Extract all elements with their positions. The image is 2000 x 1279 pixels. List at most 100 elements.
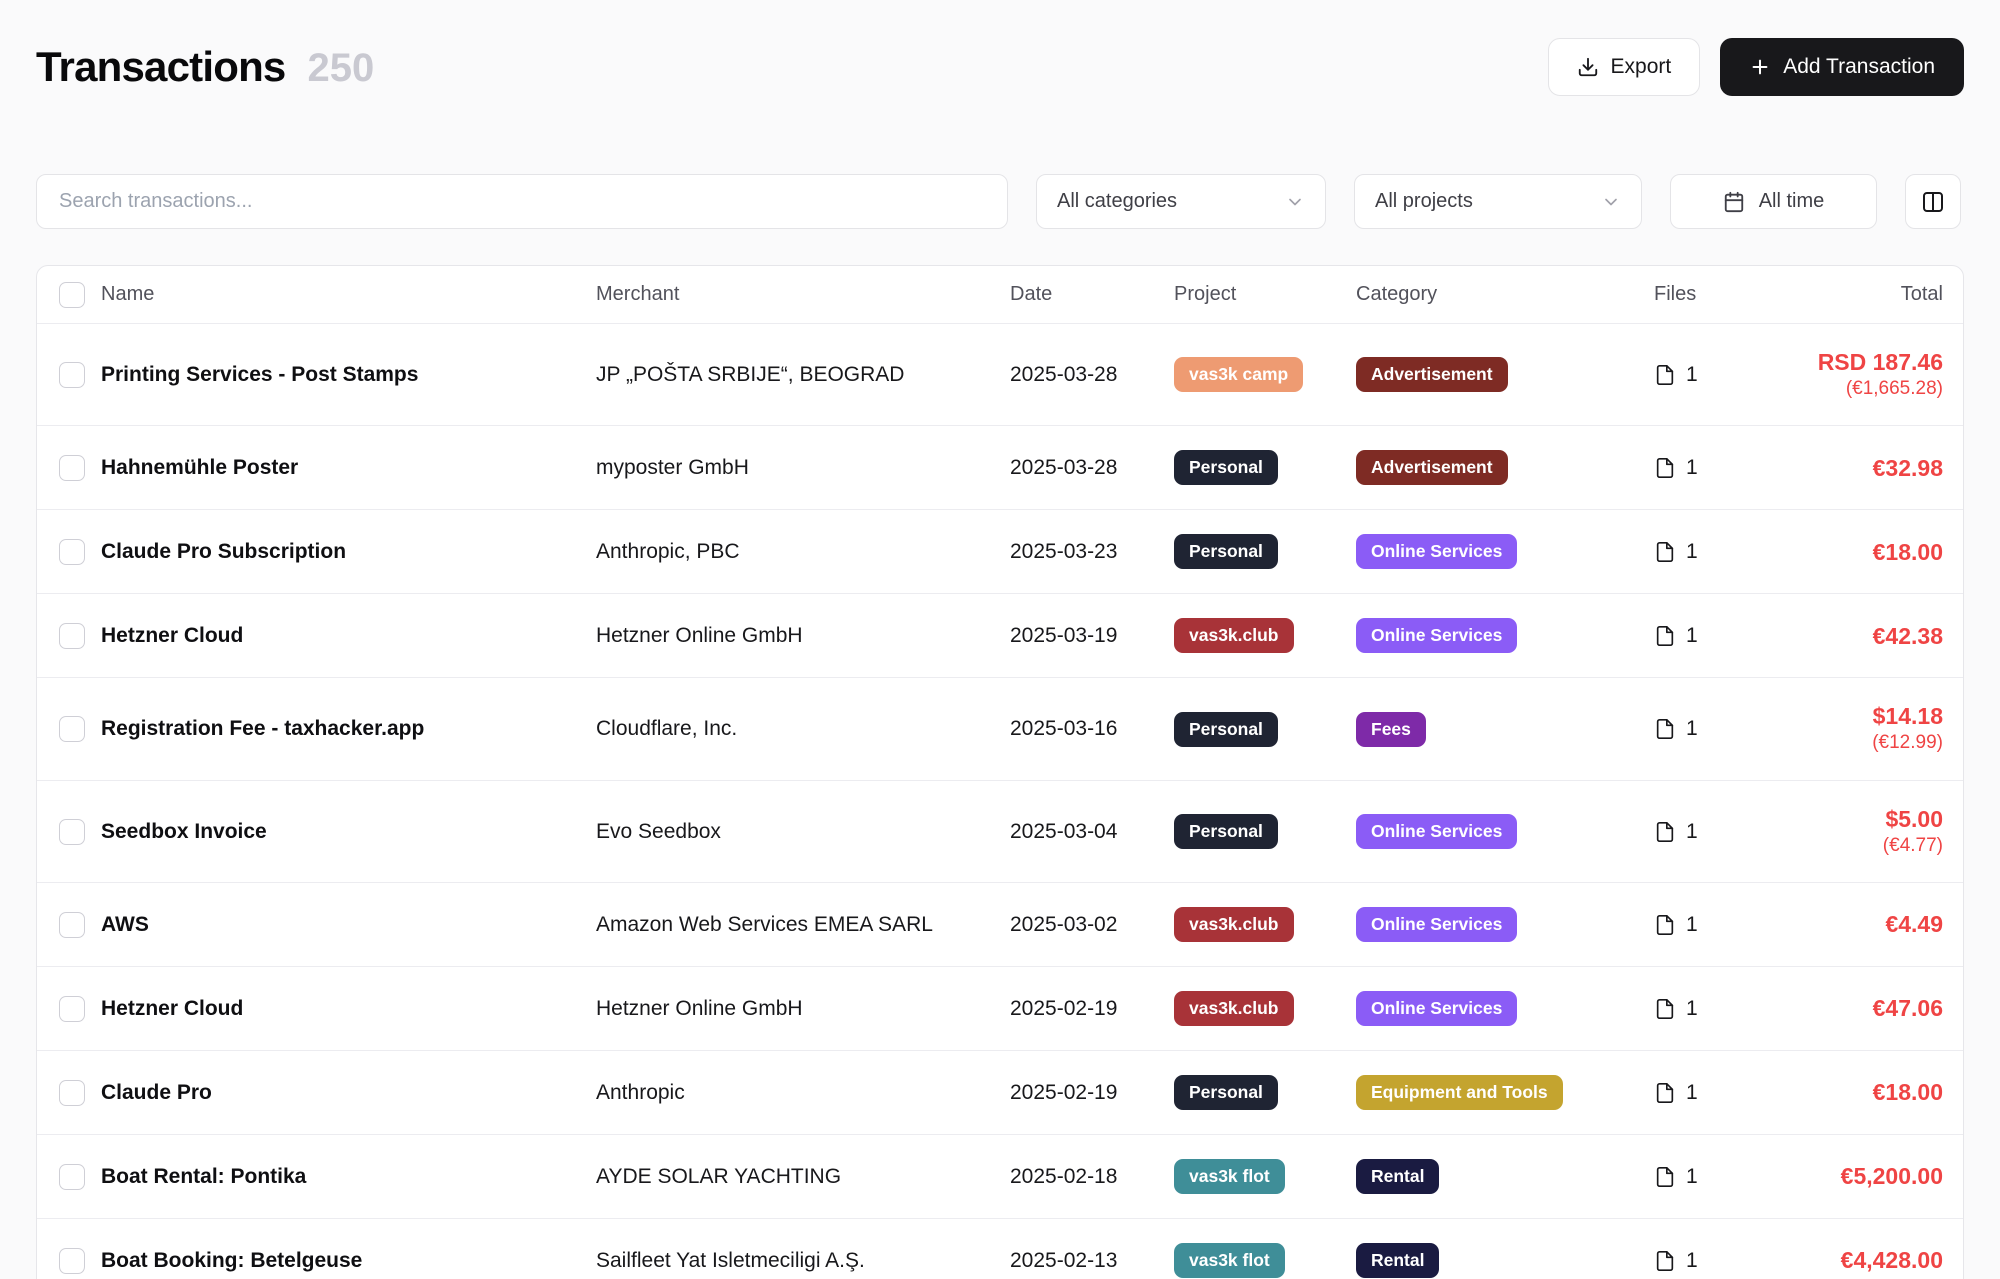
- file-icon: [1654, 541, 1676, 563]
- transactions-page: Transactions 250 Export Add Transaction …: [0, 0, 2000, 1279]
- table-row[interactable]: Claude Pro Subscription Anthropic, PBC 2…: [37, 510, 1963, 594]
- table-row[interactable]: Seedbox Invoice Evo Seedbox 2025-03-04 P…: [37, 781, 1963, 883]
- plus-icon: [1749, 56, 1771, 78]
- category-badge[interactable]: Online Services: [1356, 991, 1517, 1026]
- transactions-table: Name Merchant Date Project Category File…: [36, 265, 1964, 1279]
- category-badge[interactable]: Online Services: [1356, 534, 1517, 569]
- column-header-merchant: Merchant: [596, 283, 1010, 306]
- calendar-icon: [1723, 191, 1745, 213]
- add-transaction-button[interactable]: Add Transaction: [1720, 38, 1964, 96]
- export-button[interactable]: Export: [1548, 38, 1701, 96]
- project-badge[interactable]: Personal: [1174, 450, 1278, 485]
- total-cell: $14.18 (€12.99): [1794, 702, 1963, 755]
- table-row[interactable]: Boat Rental: Pontika AYDE SOLAR YACHTING…: [37, 1135, 1963, 1219]
- transaction-name: Hahnemühle Poster: [101, 456, 596, 480]
- total-cell: RSD 187.46 (€1,665.28): [1794, 348, 1963, 401]
- row-checkbox[interactable]: [59, 716, 85, 742]
- column-header-total: Total: [1794, 283, 1963, 306]
- category-badge[interactable]: Online Services: [1356, 618, 1517, 653]
- files-cell: 1: [1654, 456, 1794, 480]
- total-amount: €18.00: [1794, 538, 1943, 567]
- file-count: 1: [1686, 624, 1698, 648]
- category-badge[interactable]: Fees: [1356, 712, 1426, 747]
- transaction-merchant: Hetzner Online GmbH: [596, 997, 1010, 1021]
- transaction-name: Printing Services - Post Stamps: [101, 363, 596, 387]
- project-badge[interactable]: Personal: [1174, 712, 1278, 747]
- total-cell: €42.38: [1794, 622, 1963, 651]
- columns-toggle-button[interactable]: [1905, 174, 1961, 229]
- project-badge[interactable]: Personal: [1174, 814, 1278, 849]
- transaction-merchant: Hetzner Online GmbH: [596, 624, 1010, 648]
- files-cell: 1: [1654, 913, 1794, 937]
- project-badge[interactable]: Personal: [1174, 534, 1278, 569]
- total-amount: €4.49: [1794, 910, 1943, 939]
- transaction-merchant: Cloudflare, Inc.: [596, 717, 1010, 741]
- search-input[interactable]: [36, 174, 1008, 229]
- categories-filter[interactable]: All categories: [1036, 174, 1326, 229]
- project-badge[interactable]: vas3k camp: [1174, 357, 1303, 392]
- chevron-down-icon: [1601, 192, 1621, 212]
- file-icon: [1654, 1166, 1676, 1188]
- row-checkbox[interactable]: [59, 455, 85, 481]
- transaction-merchant: Anthropic: [596, 1081, 1010, 1105]
- row-checkbox[interactable]: [59, 912, 85, 938]
- table-row[interactable]: AWS Amazon Web Services EMEA SARL 2025-0…: [37, 883, 1963, 967]
- category-badge[interactable]: Advertisement: [1356, 357, 1508, 392]
- table-body: Printing Services - Post Stamps JP „POŠT…: [37, 324, 1963, 1279]
- select-all-checkbox[interactable]: [59, 282, 85, 308]
- transaction-merchant: JP „POŠTA SRBIJE“, BEOGRAD: [596, 363, 1010, 387]
- transaction-name: Boat Rental: Pontika: [101, 1165, 596, 1189]
- row-checkbox[interactable]: [59, 623, 85, 649]
- projects-filter[interactable]: All projects: [1354, 174, 1642, 229]
- project-badge[interactable]: vas3k.club: [1174, 907, 1294, 942]
- table-row[interactable]: Hetzner Cloud Hetzner Online GmbH 2025-0…: [37, 967, 1963, 1051]
- table-row[interactable]: Registration Fee - taxhacker.app Cloudfl…: [37, 678, 1963, 780]
- total-cell: €4,428.00: [1794, 1246, 1963, 1275]
- category-badge[interactable]: Advertisement: [1356, 450, 1508, 485]
- transaction-merchant: Evo Seedbox: [596, 820, 1010, 844]
- category-badge[interactable]: Rental: [1356, 1159, 1439, 1194]
- category-badge[interactable]: Rental: [1356, 1243, 1439, 1278]
- total-cell: €5,200.00: [1794, 1162, 1963, 1191]
- transaction-merchant: AYDE SOLAR YACHTING: [596, 1165, 1010, 1189]
- file-icon: [1654, 914, 1676, 936]
- category-badge[interactable]: Equipment and Tools: [1356, 1075, 1563, 1110]
- transaction-date: 2025-02-18: [1010, 1165, 1174, 1189]
- projects-filter-label: All projects: [1375, 190, 1473, 213]
- categories-filter-label: All categories: [1057, 190, 1177, 213]
- project-badge[interactable]: vas3k.club: [1174, 991, 1294, 1026]
- row-checkbox[interactable]: [59, 1248, 85, 1274]
- title-group: Transactions 250: [36, 43, 374, 91]
- category-badge[interactable]: Online Services: [1356, 814, 1517, 849]
- project-badge[interactable]: vas3k flot: [1174, 1243, 1285, 1278]
- table-row[interactable]: Claude Pro Anthropic 2025-02-19 Personal…: [37, 1051, 1963, 1135]
- column-header-files: Files: [1654, 283, 1794, 306]
- project-badge[interactable]: Personal: [1174, 1075, 1278, 1110]
- files-cell: 1: [1654, 717, 1794, 741]
- file-count: 1: [1686, 820, 1698, 844]
- file-icon: [1654, 821, 1676, 843]
- add-transaction-button-label: Add Transaction: [1783, 55, 1935, 79]
- row-checkbox[interactable]: [59, 362, 85, 388]
- row-checkbox[interactable]: [59, 819, 85, 845]
- project-badge[interactable]: vas3k.club: [1174, 618, 1294, 653]
- table-row[interactable]: Hahnemühle Poster myposter GmbH 2025-03-…: [37, 426, 1963, 510]
- transaction-date: 2025-02-19: [1010, 1081, 1174, 1105]
- files-cell: 1: [1654, 1249, 1794, 1273]
- row-checkbox[interactable]: [59, 1080, 85, 1106]
- transaction-date: 2025-03-28: [1010, 363, 1174, 387]
- transaction-name: Hetzner Cloud: [101, 997, 596, 1021]
- row-checkbox[interactable]: [59, 1164, 85, 1190]
- row-checkbox[interactable]: [59, 996, 85, 1022]
- project-badge[interactable]: vas3k flot: [1174, 1159, 1285, 1194]
- table-row[interactable]: Boat Booking: Betelgeuse Sailfleet Yat I…: [37, 1219, 1963, 1279]
- table-row[interactable]: Printing Services - Post Stamps JP „POŠT…: [37, 324, 1963, 426]
- category-badge[interactable]: Online Services: [1356, 907, 1517, 942]
- row-checkbox[interactable]: [59, 539, 85, 565]
- table-row[interactable]: Hetzner Cloud Hetzner Online GmbH 2025-0…: [37, 594, 1963, 678]
- column-header-date: Date: [1010, 283, 1174, 306]
- topbar: Transactions 250 Export Add Transaction: [36, 38, 1964, 96]
- file-count: 1: [1686, 363, 1698, 387]
- total-amount: €47.06: [1794, 994, 1943, 1023]
- date-range-filter[interactable]: All time: [1670, 174, 1877, 229]
